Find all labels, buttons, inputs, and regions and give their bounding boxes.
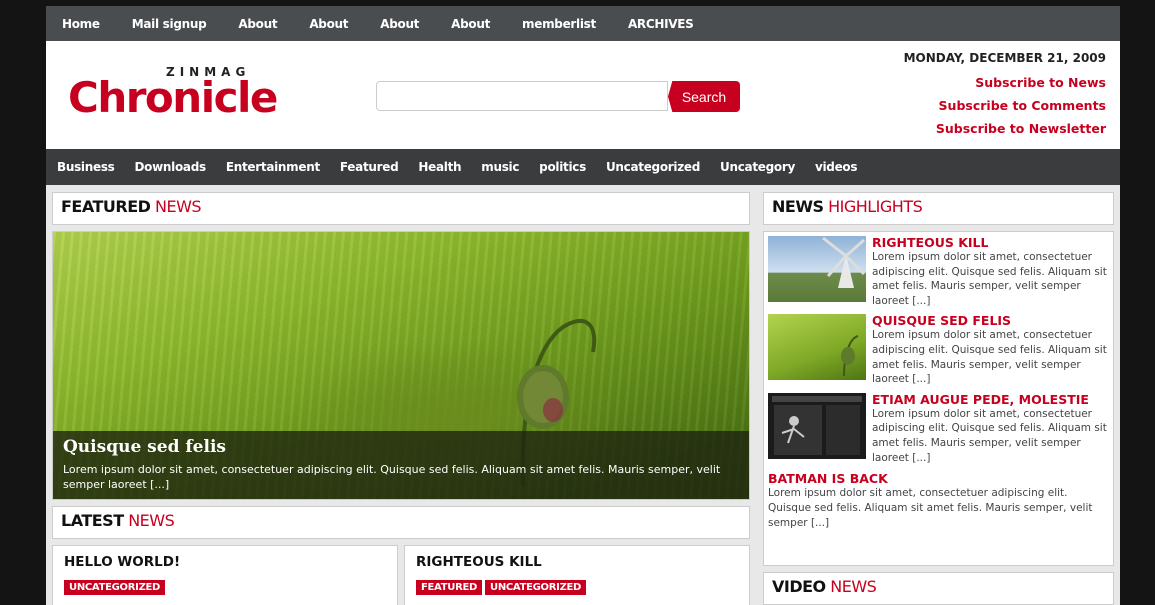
latest-news-title[interactable]: RIGHTEOUS KILL [416, 554, 738, 570]
category-entertainment[interactable]: Entertainment [226, 160, 320, 174]
heading-bold: VIDEO [772, 577, 826, 596]
video-news-heading: VIDEO NEWS [763, 572, 1114, 605]
top-navigation: Home Mail signup About About About About… [46, 6, 1120, 41]
category-health[interactable]: Health [418, 160, 461, 174]
highlight-body: RIGHTEOUS KILL Lorem ipsum dolor sit ame… [872, 236, 1109, 308]
logo-main-text: Chronicle [68, 73, 278, 122]
topnav-home[interactable]: Home [62, 17, 100, 31]
topnav-about[interactable]: About [380, 17, 419, 31]
heading-bold: LATEST [61, 511, 124, 530]
category-videos[interactable]: videos [815, 160, 858, 174]
heading-accent: NEWS [825, 577, 877, 596]
highlight-title[interactable]: ETIAM AUGUE PEDE, MOLESTIE [872, 392, 1109, 407]
latest-news-item: RIGHTEOUS KILL FEATURED UNCATEGORIZED [404, 545, 750, 605]
page: Home Mail signup About About About About… [46, 6, 1120, 605]
highlight-title[interactable]: QUISQUE SED FELIS [872, 314, 1109, 328]
highlight-item: ETIAM AUGUE PEDE, MOLESTIE Lorem ipsum d… [768, 392, 1109, 465]
category-tag[interactable]: UNCATEGORIZED [485, 580, 587, 595]
subscribe-newsletter-link[interactable]: Subscribe to Newsletter [904, 121, 1106, 136]
category-music[interactable]: music [481, 160, 519, 174]
category-uncategory[interactable]: Uncategory [720, 160, 795, 174]
category-uncategorized[interactable]: Uncategorized [606, 160, 700, 174]
category-tag[interactable]: FEATURED [416, 580, 482, 595]
highlight-body: ETIAM AUGUE PEDE, MOLESTIE Lorem ipsum d… [872, 392, 1109, 465]
featured-slide[interactable]: Quisque sed felis Lorem ipsum dolor sit … [52, 231, 750, 500]
windmill-thumbnail[interactable] [768, 236, 866, 302]
highlight-excerpt: Lorem ipsum dolor sit amet, consectetuer… [872, 407, 1107, 464]
latest-news-title[interactable]: HELLO WORLD! [64, 554, 386, 570]
category-navigation: Business Downloads Entertainment Feature… [46, 149, 1120, 185]
topnav-about[interactable]: About [309, 17, 348, 31]
topnav-about[interactable]: About [238, 17, 277, 31]
heading-accent: HIGHLIGHTS [823, 197, 923, 216]
heading-bold: FEATURED [61, 197, 151, 216]
featured-caption-text: Lorem ipsum dolor sit amet, consectetuer… [63, 463, 721, 491]
search-form: Search [376, 81, 740, 112]
heading-bold: NEWS [772, 197, 824, 216]
search-input[interactable] [376, 81, 668, 111]
poppy-thumbnail[interactable] [768, 314, 866, 381]
highlight-item: BATMAN IS BACK Lorem ipsum dolor sit ame… [768, 471, 1109, 531]
topnav-about[interactable]: About [451, 17, 490, 31]
category-politics[interactable]: politics [539, 160, 586, 174]
highlight-item: RIGHTEOUS KILL Lorem ipsum dolor sit ame… [768, 236, 1109, 308]
topnav-memberlist[interactable]: memberlist [522, 17, 596, 31]
subscribe-comments-link[interactable]: Subscribe to Comments [904, 98, 1106, 113]
highlight-item: QUISQUE SED FELIS Lorem ipsum dolor sit … [768, 314, 1109, 386]
sidebar: NEWS HIGHLIGHTS RIGHTEOUS KILL Lorem ips… [763, 192, 1114, 605]
topnav-archives[interactable]: ARCHIVES [628, 17, 694, 31]
header-right: MONDAY, DECEMBER 21, 2009 Subscribe to N… [904, 51, 1106, 144]
news-highlights-list: RIGHTEOUS KILL Lorem ipsum dolor sit ame… [763, 231, 1114, 566]
highlight-body: QUISQUE SED FELIS Lorem ipsum dolor sit … [872, 314, 1109, 386]
featured-news-heading: FEATURED NEWS [52, 192, 750, 225]
category-featured[interactable]: Featured [340, 160, 399, 174]
highlight-excerpt: Lorem ipsum dolor sit amet, consectetuer… [872, 251, 1107, 307]
highlight-title[interactable]: BATMAN IS BACK [768, 471, 1109, 486]
category-business[interactable]: Business [57, 160, 115, 174]
main-column: FEATURED NEWS Quisque sed felis Lorem ip… [52, 192, 750, 605]
heading-accent: NEWS [150, 197, 202, 216]
current-date: MONDAY, DECEMBER 21, 2009 [903, 51, 1106, 65]
website-screenshot-thumbnail[interactable] [768, 392, 866, 459]
latest-news-heading: LATEST NEWS [52, 506, 750, 539]
news-highlights-heading: NEWS HIGHLIGHTS [763, 192, 1114, 225]
category-tag[interactable]: UNCATEGORIZED [64, 580, 166, 595]
highlight-excerpt: Lorem ipsum dolor sit amet, consectetuer… [872, 329, 1107, 386]
search-button[interactable]: Search [668, 81, 740, 112]
site-logo[interactable]: ZINMAG Chronicle [68, 65, 328, 125]
highlight-excerpt: Lorem ipsum dolor sit amet, consectetuer… [768, 487, 1093, 530]
site-header: ZINMAG Chronicle Search MONDAY, DECEMBER… [46, 41, 1120, 149]
highlight-title[interactable]: RIGHTEOUS KILL [872, 236, 1109, 250]
heading-accent: NEWS [123, 511, 175, 530]
latest-news-item: HELLO WORLD! UNCATEGORIZED [52, 545, 398, 605]
featured-caption-title[interactable]: Quisque sed felis [63, 437, 739, 457]
featured-caption: Quisque sed felis Lorem ipsum dolor sit … [53, 431, 749, 499]
latest-news-list: HELLO WORLD! UNCATEGORIZED RIGHTEOUS KIL… [52, 545, 750, 605]
topnav-mail-signup[interactable]: Mail signup [132, 17, 207, 31]
subscribe-news-link[interactable]: Subscribe to News [904, 75, 1106, 90]
category-downloads[interactable]: Downloads [135, 160, 207, 174]
